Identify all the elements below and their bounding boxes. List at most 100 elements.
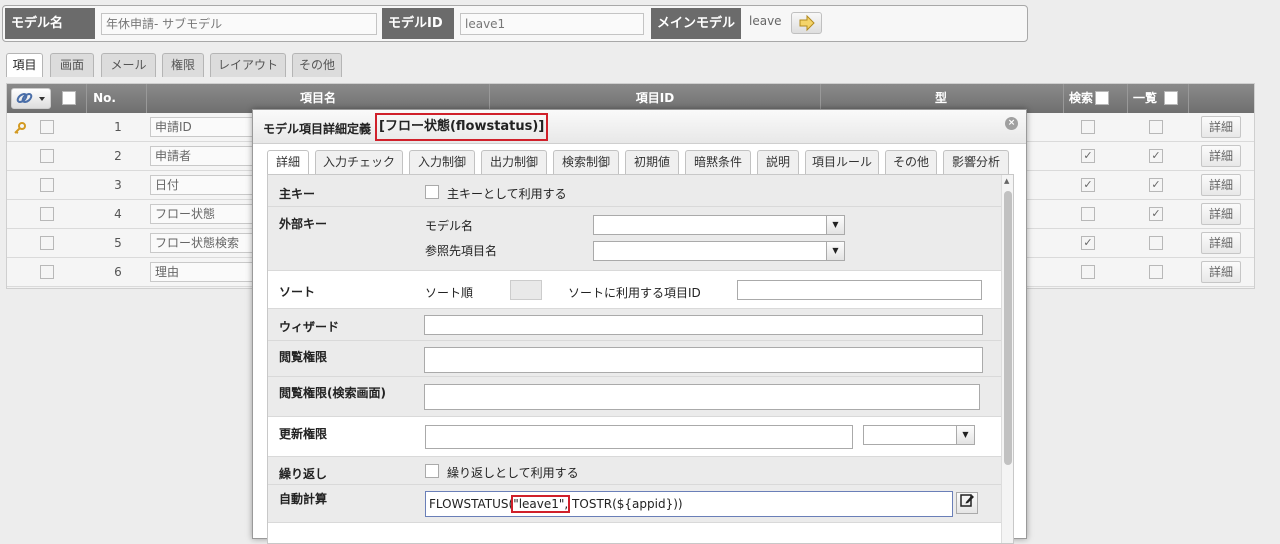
tab-mail[interactable]: メール (101, 53, 156, 77)
grid-tool-dropdown[interactable] (11, 88, 51, 109)
dtab-input-check[interactable]: 入力チェック (315, 150, 403, 174)
list-all-checkbox[interactable] (1164, 91, 1178, 105)
primary-key-label: 主キー (279, 187, 316, 201)
select-all-checkbox[interactable] (62, 91, 76, 105)
dtab-impact-analysis[interactable]: 影響分析 (943, 150, 1009, 174)
edit-icon (960, 494, 974, 507)
tab-other[interactable]: その他 (292, 53, 342, 77)
row-update-permission: 更新権限 ▼ (268, 417, 1001, 457)
row-search-checkbox[interactable] (1081, 265, 1095, 279)
row-list-checkbox[interactable]: ✓ (1149, 149, 1163, 163)
row-no: 6 (114, 265, 122, 279)
row-search-checkbox[interactable]: ✓ (1081, 178, 1095, 192)
row-view-permission-search: 閲覧権限(検索画面) (268, 377, 1001, 417)
row-no: 4 (114, 207, 122, 221)
dtab-other[interactable]: その他 (885, 150, 937, 174)
view-permission-input[interactable] (424, 347, 983, 373)
model-id-label: モデルID (382, 8, 454, 39)
col-no: No. (93, 91, 116, 105)
col-search: 検索 (1068, 91, 1093, 105)
row-repeat: 繰り返し 繰り返しとして利用する (268, 457, 1001, 485)
dtab-output-control[interactable]: 出力制御 (481, 150, 547, 174)
update-permission-input[interactable] (425, 425, 853, 449)
dtab-detail[interactable]: 詳細 (267, 150, 309, 174)
view-permission-search-input[interactable] (424, 384, 980, 410)
row-search-checkbox[interactable] (1081, 120, 1095, 134)
row-list-checkbox[interactable]: ✓ (1149, 207, 1163, 221)
edit-formula-button[interactable] (956, 492, 978, 514)
row-foreign-key: 外部キー モデル名 ▼ 参照先項目名 ▼ (268, 207, 1001, 271)
auto-calc-formula-input[interactable]: FLOWSTATUS("leave1", TOSTR(${appid})) (425, 491, 953, 517)
row-no: 3 (114, 178, 122, 192)
detail-button[interactable]: 詳細 (1201, 261, 1241, 283)
fk-item-select[interactable]: ▼ (593, 241, 845, 261)
update-permission-select[interactable]: ▼ (863, 425, 975, 445)
row-no: 1 (114, 120, 122, 134)
row-wizard: ウィザード (268, 309, 1001, 341)
dialog-scrollbar[interactable]: ▲ (1001, 175, 1013, 543)
row-checkbox[interactable] (40, 120, 54, 134)
scrollbar-thumb[interactable] (1004, 191, 1012, 465)
dtab-implicit-condition[interactable]: 暗黙条件 (685, 150, 751, 174)
dtab-initial-value[interactable]: 初期値 (625, 150, 679, 174)
dialog-titlebar[interactable]: モデル項目詳細定義 [フロー状態(flowstatus)] × (253, 110, 1026, 144)
wizard-input[interactable] (424, 315, 983, 335)
row-list-checkbox[interactable] (1149, 120, 1163, 134)
search-all-checkbox[interactable] (1095, 91, 1109, 105)
detail-button[interactable]: 詳細 (1201, 232, 1241, 254)
row-search-checkbox[interactable]: ✓ (1081, 236, 1095, 250)
tab-layout[interactable]: レイアウト (210, 53, 286, 77)
sort-order-input[interactable] (510, 280, 542, 300)
row-no: 2 (114, 149, 122, 163)
row-checkbox[interactable] (40, 178, 54, 192)
formula-suffix: TOSTR(${appid})) (568, 497, 683, 511)
row-name[interactable]: 申請者 (150, 146, 260, 166)
tab-screen[interactable]: 画面 (50, 53, 94, 77)
auto-calc-label: 自動計算 (279, 492, 328, 506)
repeat-label: 繰り返し (279, 467, 328, 481)
primary-key-checkbox[interactable] (425, 185, 439, 199)
row-name[interactable]: 理由 (150, 262, 260, 282)
row-list-checkbox[interactable] (1149, 265, 1163, 279)
row-name[interactable]: フロー状態検索 (150, 233, 260, 253)
tab-items[interactable]: 項目 (6, 53, 43, 77)
row-list-checkbox[interactable]: ✓ (1149, 178, 1163, 192)
dtab-item-rule[interactable]: 項目ルール (805, 150, 879, 174)
update-permission-label: 更新権限 (279, 427, 328, 441)
scroll-up-icon[interactable]: ▲ (1004, 177, 1009, 185)
row-view-permission: 閲覧権限 (268, 341, 1001, 377)
go-main-model-button[interactable] (791, 12, 822, 34)
dtab-search-control[interactable]: 検索制御 (553, 150, 619, 174)
row-auto-calc: 自動計算 FLOWSTATUS("leave1", TOSTR(${appid}… (268, 485, 1001, 523)
fk-model-select[interactable]: ▼ (593, 215, 845, 235)
row-name[interactable]: 日付 (150, 175, 260, 195)
chevron-down-icon: ▼ (826, 216, 844, 234)
model-name-field[interactable]: 年休申請- サブモデル (101, 13, 377, 35)
detail-button[interactable]: 詳細 (1201, 174, 1241, 196)
row-checkbox[interactable] (40, 149, 54, 163)
row-list-checkbox[interactable] (1149, 236, 1163, 250)
row-name[interactable]: 申請ID (150, 117, 260, 137)
fk-item-label: 参照先項目名 (425, 244, 498, 258)
view-permission-label: 閲覧権限 (279, 350, 328, 364)
chevron-down-icon: ▼ (826, 242, 844, 260)
row-name[interactable]: フロー状態 (150, 204, 260, 224)
tab-permission[interactable]: 権限 (162, 53, 204, 77)
row-no: 5 (114, 236, 122, 250)
model-id-field[interactable]: leave1 (460, 13, 644, 35)
detail-button[interactable]: 詳細 (1201, 145, 1241, 167)
row-search-checkbox[interactable]: ✓ (1081, 149, 1095, 163)
detail-button[interactable]: 詳細 (1201, 203, 1241, 225)
row-checkbox[interactable] (40, 265, 54, 279)
repeat-checkbox[interactable] (425, 464, 439, 478)
sort-order-label: ソート順 (425, 286, 474, 300)
row-search-checkbox[interactable] (1081, 207, 1095, 221)
row-checkbox[interactable] (40, 236, 54, 250)
sort-item-input[interactable] (737, 280, 982, 300)
close-icon[interactable]: × (1005, 117, 1018, 130)
row-checkbox[interactable] (40, 207, 54, 221)
dtab-input-control[interactable]: 入力制御 (409, 150, 475, 174)
formula-highlight: "leave1", (511, 495, 571, 513)
dtab-description[interactable]: 説明 (757, 150, 799, 174)
detail-button[interactable]: 詳細 (1201, 116, 1241, 138)
